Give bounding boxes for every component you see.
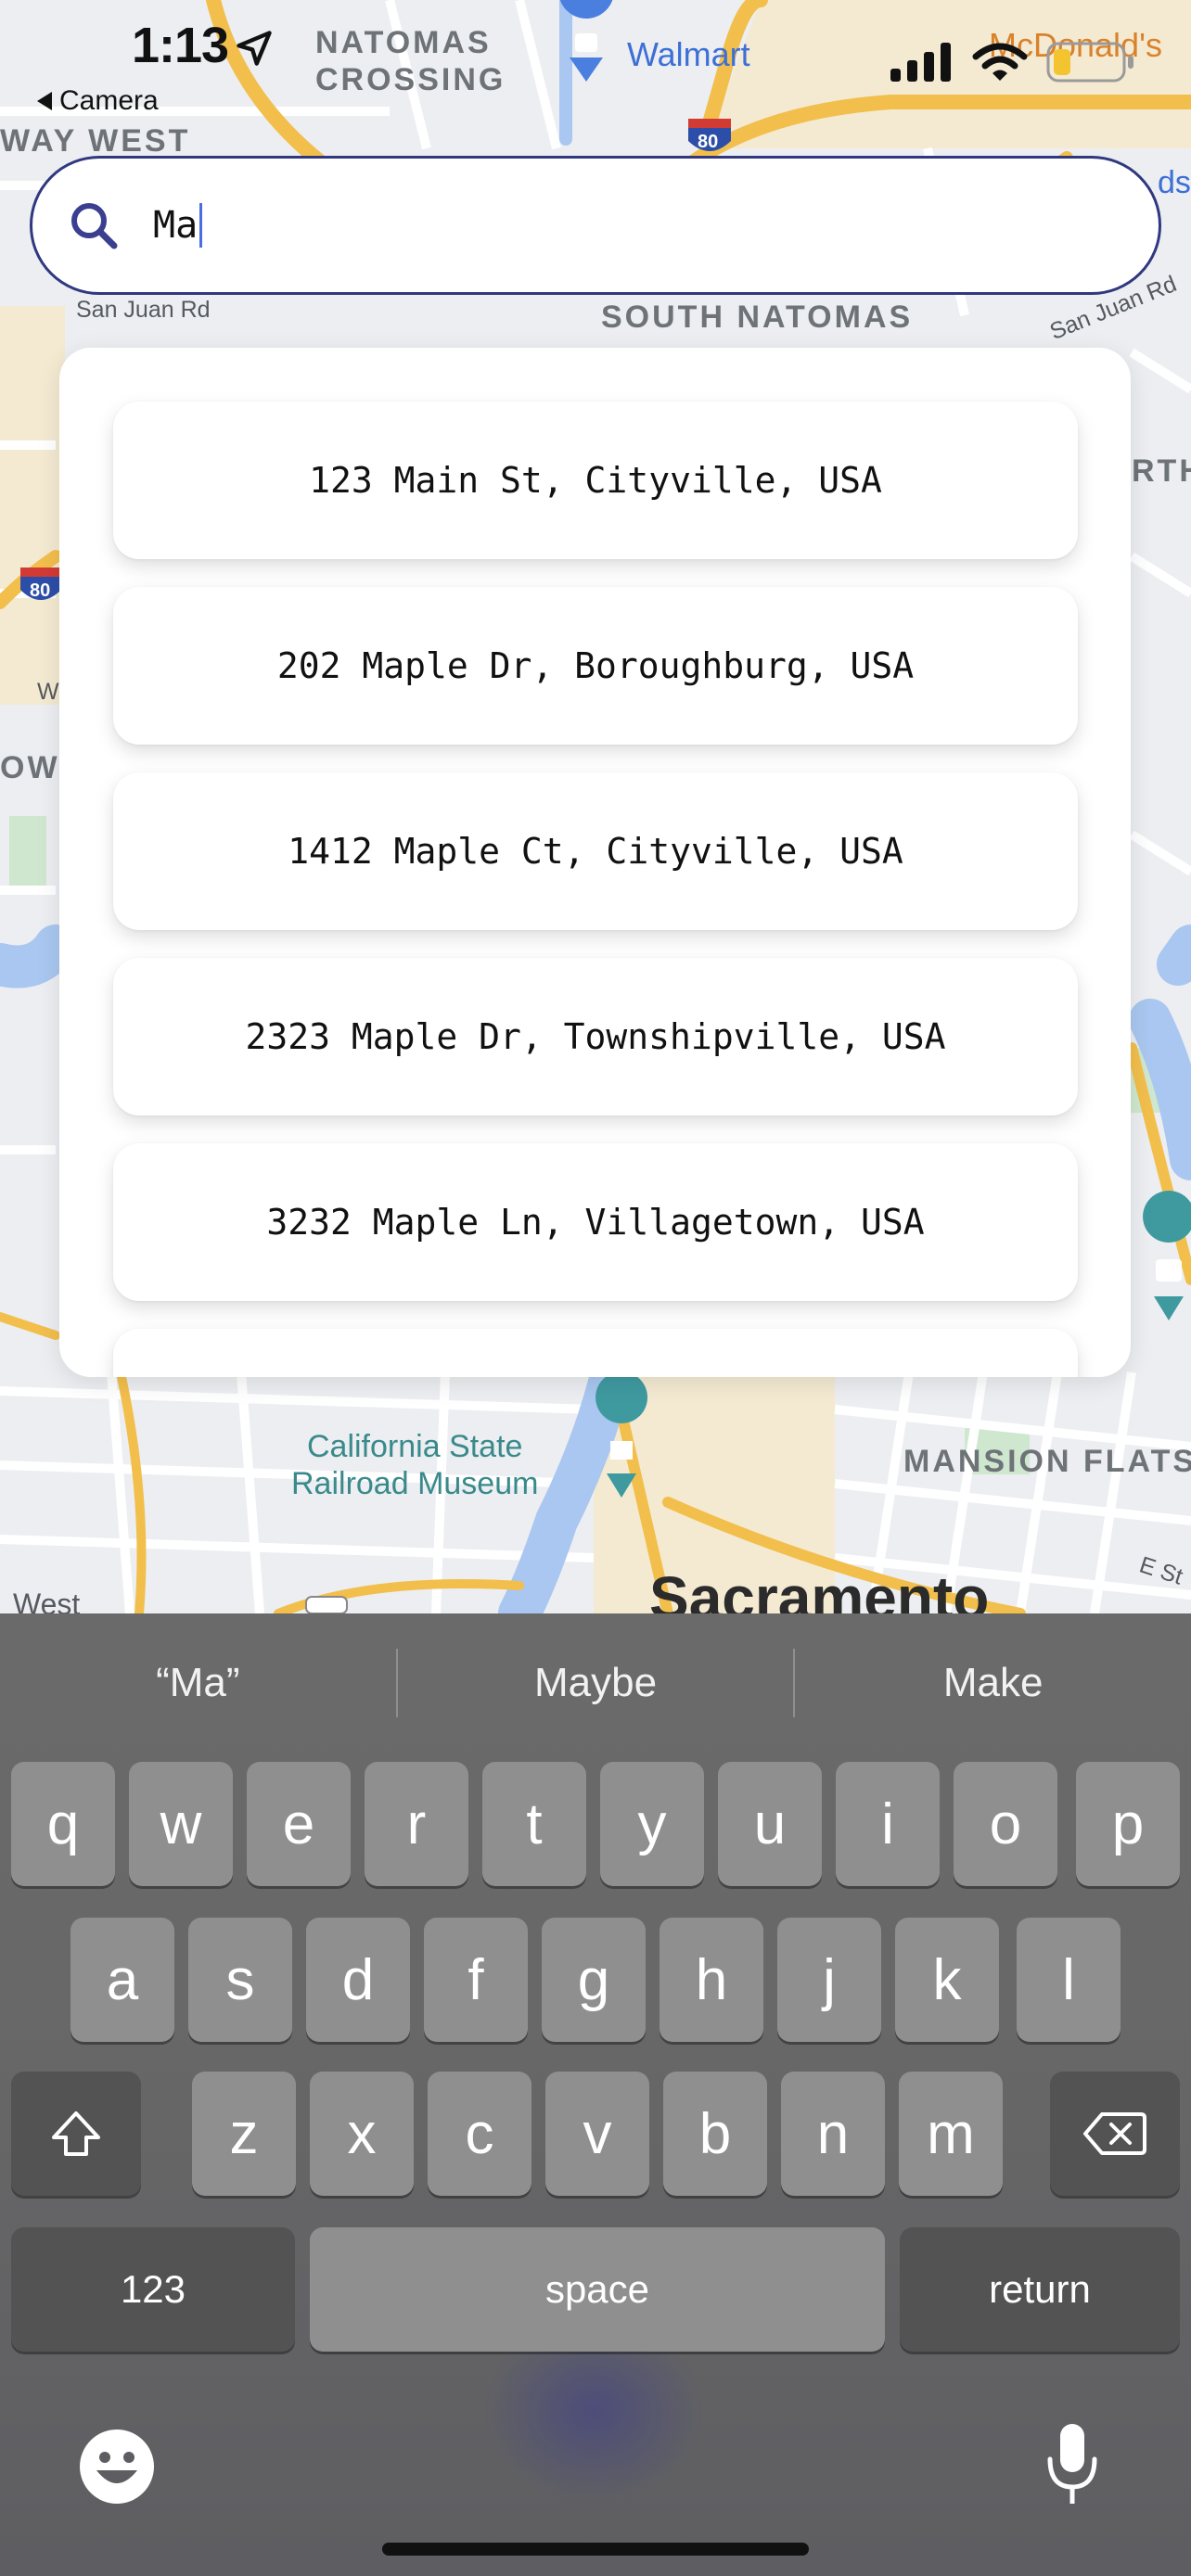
predictive-bar: “Ma” Maybe Make [0,1613,1191,1753]
key-q[interactable]: q [11,1762,115,1886]
search-input[interactable]: Ma [30,156,1161,295]
suggestion-item[interactable]: 123 Main St, Cityville, USA [113,402,1078,559]
back-triangle-icon [37,92,52,110]
home-indicator[interactable] [382,2543,809,2556]
suggestion-item[interactable]: 1412 Maple Ct, Cityville, USA [113,772,1078,930]
key-e[interactable]: e [247,1762,351,1886]
map-label-walmart[interactable]: Walmart [627,35,750,74]
microphone-icon[interactable] [1044,2420,1100,2509]
map-label-natomas-line1: NATOMAS [315,25,492,60]
key-y[interactable]: y [600,1762,704,1886]
signal-icon [890,43,951,82]
key-k[interactable]: k [895,1918,999,2042]
map-label-natomas: NATOMAS CROSSING [315,24,506,98]
status-time: 1:13 [132,18,229,73]
map-label-mansion-flats: MANSION FLATS [903,1444,1191,1479]
status-icons [889,41,1135,83]
text-caret [199,203,203,248]
key-g[interactable]: g [542,1918,646,2042]
return-key[interactable]: return [900,2227,1180,2352]
map-label-ow: OW [0,750,60,785]
map-label-rth: RTH [1132,453,1191,489]
map-label-san-juan-rd-left: San Juan Rd [76,297,211,323]
key-b[interactable]: b [663,2072,767,2196]
numbers-key-label: 123 [120,2267,186,2311]
key-f[interactable]: f [424,1918,528,2042]
shift-key[interactable] [11,2072,141,2196]
suggestion-item-partial[interactable] [113,1329,1078,1377]
key-c[interactable]: c [428,2072,531,2196]
return-key-label: return [989,2267,1091,2311]
space-key[interactable]: space [310,2227,885,2352]
wifi-icon [972,43,1028,81]
map-label-natomas-line2: CROSSING [315,62,506,97]
key-p[interactable]: p [1076,1762,1180,1886]
map-label-museum-line2: Railroad Museum [291,1466,539,1501]
key-x[interactable]: x [310,2072,414,2196]
key-i[interactable]: i [836,1762,940,1886]
location-arrow-icon [237,31,272,66]
prediction-maybe[interactable]: Maybe [398,1613,794,1753]
key-w[interactable]: w [129,1762,233,1886]
suggestion-item[interactable]: 202 Maple Dr, Boroughburg, USA [113,587,1078,745]
suggestion-item[interactable]: 3232 Maple Ln, Villagetown, USA [113,1143,1078,1301]
shift-icon [52,2111,100,2156]
key-s[interactable]: s [188,1918,292,2042]
key-n[interactable]: n [781,2072,885,2196]
map-label-railroad-museum[interactable]: California State Railroad Museum [291,1428,538,1502]
key-m[interactable]: m [899,2072,1003,2196]
map-label-way-west: WAY WEST [0,123,191,159]
suggestions-panel[interactable]: 123 Main St, Cityville, USA 202 Maple Dr… [59,348,1131,1377]
search-input-value: Ma [153,204,198,247]
numbers-key[interactable]: 123 [11,2227,295,2352]
key-t[interactable]: t [482,1762,586,1886]
backspace-icon [1083,2112,1146,2155]
map-label-west: West [13,1588,81,1613]
key-o[interactable]: o [954,1762,1057,1886]
prediction-make[interactable]: Make [795,1613,1191,1753]
key-u[interactable]: u [718,1762,822,1886]
battery-icon [1046,42,1133,83]
delete-key[interactable] [1050,2072,1180,2196]
map-label-w: W [37,679,59,705]
emoji-icon[interactable] [78,2428,156,2506]
map-label-sacramento: Sacramento [649,1564,990,1613]
key-r[interactable]: r [365,1762,468,1886]
map-label-south-natomas: SOUTH NATOMAS [601,300,914,335]
map-label-museum-line1: California State [306,1429,523,1464]
space-key-label: space [544,2267,650,2311]
back-camera-label: Camera [59,85,159,116]
search-icon [71,203,118,249]
suggestion-item[interactable]: 2323 Maple Dr, Townshipville, USA [113,958,1078,1116]
highway-80-top-label: 80 [698,132,719,152]
map-label-ds: ds [1158,165,1191,200]
keyboard: “Ma” Maybe Make q w e r t y u i o p a s … [0,1613,1191,2576]
key-h[interactable]: h [660,1918,763,2042]
key-j[interactable]: j [777,1918,881,2042]
key-l[interactable]: l [1017,1918,1121,2042]
key-v[interactable]: v [545,2072,649,2196]
back-to-camera-button[interactable]: Camera [37,85,159,117]
highway-80-left-label: 80 [30,580,51,601]
key-a[interactable]: a [70,1918,174,2042]
key-z[interactable]: z [192,2072,296,2196]
prediction-quoted[interactable]: “Ma” [0,1613,396,1753]
key-d[interactable]: d [306,1918,410,2042]
